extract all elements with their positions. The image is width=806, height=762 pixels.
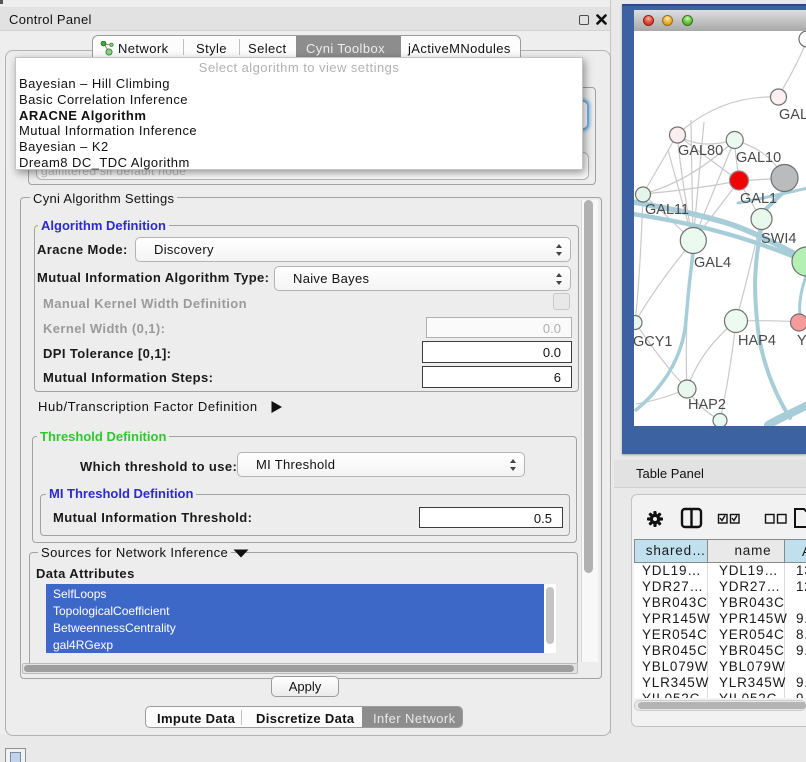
svg-text:SWI4: SWI4 [761,231,796,247]
svg-text:GAL10: GAL10 [736,150,781,166]
svg-text:GAL11: GAL11 [645,202,689,218]
svg-text:GAL1: GAL1 [740,191,777,207]
svg-text:HAP4: HAP4 [738,333,776,349]
svg-text:GAL4: GAL4 [694,255,731,271]
svg-text:GAL7: GAL7 [779,107,806,123]
svg-text:GCY1: GCY1 [634,334,673,350]
svg-text:GAL80: GAL80 [678,143,723,159]
svg-text:Y: Y [797,333,806,349]
svg-text:HAP2: HAP2 [688,397,726,413]
